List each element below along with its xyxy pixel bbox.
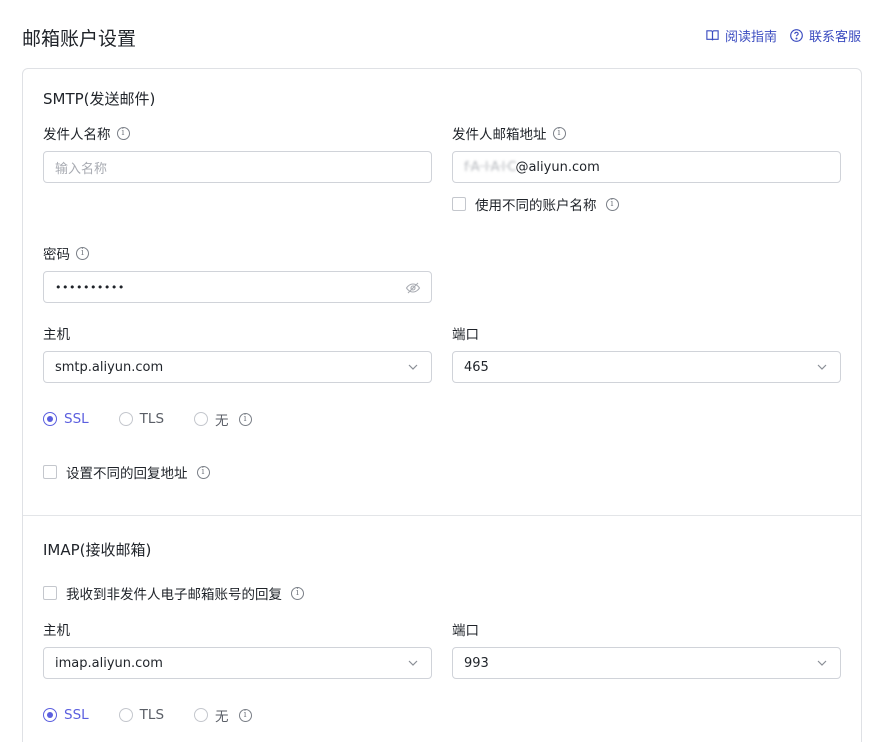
sender-email-input[interactable]: f·A··l·A·l·C @aliyun.com bbox=[452, 151, 841, 183]
sender-name-input[interactable]: 输入名称 bbox=[43, 151, 432, 183]
info-icon[interactable]: i bbox=[196, 465, 210, 479]
info-icon[interactable]: i bbox=[605, 197, 619, 211]
smtp-port-select[interactable]: 465 bbox=[452, 351, 841, 383]
support-link[interactable]: 联系客服 bbox=[789, 26, 861, 45]
sender-email-domain: @aliyun.com bbox=[515, 159, 600, 175]
password-label: 密码 i bbox=[43, 243, 89, 263]
diff-account-name-label: 使用不同的账户名称 bbox=[475, 198, 597, 214]
diff-account-name-row[interactable]: 使用不同的账户名称 i bbox=[452, 194, 619, 214]
chevron-down-icon bbox=[817, 364, 827, 370]
smtp-port-value: 465 bbox=[464, 359, 489, 375]
info-icon[interactable]: i bbox=[291, 586, 304, 600]
imap-port-select[interactable]: 993 bbox=[452, 647, 841, 679]
section-divider bbox=[23, 515, 861, 516]
sender-name-placeholder: 输入名称 bbox=[55, 161, 108, 177]
chevron-down-icon bbox=[408, 364, 418, 370]
radio-indicator bbox=[194, 708, 209, 722]
imap-ssl-radio[interactable]: SSL bbox=[43, 707, 89, 723]
imap-none-label: 无 bbox=[215, 709, 229, 725]
non-sender-reply-checkbox[interactable] bbox=[43, 586, 57, 600]
reply-to-row[interactable]: 设置不同的回复地址 i bbox=[43, 462, 210, 482]
sender-email-label-text: 发件人邮箱地址 bbox=[452, 127, 547, 143]
top-links: 阅读指南 联系客服 bbox=[705, 26, 861, 45]
imap-port-label: 端口 bbox=[452, 623, 479, 639]
password-label-text: 密码 bbox=[43, 247, 70, 263]
radio-indicator bbox=[194, 412, 209, 426]
smtp-host-value: smtp.aliyun.com bbox=[55, 359, 164, 375]
smtp-none-radio[interactable]: 无 bbox=[194, 409, 229, 429]
smtp-host-select[interactable]: smtp.aliyun.com bbox=[43, 351, 432, 383]
info-icon[interactable]: i bbox=[238, 412, 252, 426]
page-title: 邮箱账户设置 bbox=[22, 28, 137, 50]
smtp-section-title: SMTP(发送邮件) bbox=[43, 90, 156, 108]
info-icon[interactable]: i bbox=[116, 126, 130, 140]
chevron-down-icon bbox=[408, 660, 418, 666]
smtp-port-label: 端口 bbox=[452, 327, 479, 343]
smtp-host-label: 主机 bbox=[43, 327, 70, 343]
non-sender-reply-label: 我收到非发件人电子邮箱账号的回复 bbox=[66, 587, 282, 603]
password-value: •••••••••• bbox=[55, 280, 125, 294]
imap-none-radio[interactable]: 无 bbox=[194, 705, 229, 725]
sender-email-masked: f·A··l·A·l·C bbox=[464, 159, 516, 175]
chevron-down-icon bbox=[817, 660, 827, 666]
smtp-security-radio-group: SSL TLS 无 i bbox=[43, 409, 252, 429]
smtp-ssl-label: SSL bbox=[64, 411, 89, 427]
imap-host-value: imap.aliyun.com bbox=[55, 655, 163, 671]
smtp-none-label: 无 bbox=[215, 413, 229, 429]
imap-port-value: 993 bbox=[464, 655, 489, 671]
smtp-ssl-radio[interactable]: SSL bbox=[43, 411, 89, 427]
reply-to-label: 设置不同的回复地址 bbox=[66, 466, 188, 482]
eye-off-icon[interactable] bbox=[405, 280, 421, 296]
imap-ssl-label: SSL bbox=[64, 707, 89, 723]
book-icon bbox=[706, 30, 719, 41]
imap-host-select[interactable]: imap.aliyun.com bbox=[43, 647, 432, 679]
radio-indicator bbox=[118, 412, 133, 426]
info-icon[interactable]: i bbox=[552, 126, 566, 140]
smtp-tls-radio[interactable]: TLS bbox=[118, 411, 165, 427]
radio-indicator bbox=[118, 708, 133, 722]
non-sender-reply-row[interactable]: 我收到非发件人电子邮箱账号的回复 i bbox=[43, 583, 304, 603]
guide-link-label: 阅读指南 bbox=[724, 30, 777, 45]
imap-section-title: IMAP(接收邮箱) bbox=[43, 541, 152, 559]
imap-tls-radio[interactable]: TLS bbox=[118, 707, 165, 723]
info-icon[interactable]: i bbox=[238, 708, 252, 722]
guide-link[interactable]: 阅读指南 bbox=[705, 26, 777, 45]
password-input[interactable]: •••••••••• bbox=[43, 271, 432, 303]
sender-name-label-text: 发件人名称 bbox=[43, 127, 111, 143]
imap-host-label: 主机 bbox=[43, 623, 70, 639]
diff-account-name-checkbox[interactable] bbox=[452, 197, 466, 211]
imap-tls-label: TLS bbox=[139, 707, 165, 723]
radio-indicator bbox=[43, 412, 57, 426]
question-circle-icon bbox=[790, 29, 803, 42]
sender-email-label: 发件人邮箱地址 i bbox=[452, 123, 566, 143]
reply-to-checkbox[interactable] bbox=[43, 465, 57, 479]
radio-indicator bbox=[43, 708, 57, 722]
support-link-label: 联系客服 bbox=[808, 30, 861, 45]
imap-security-radio-group: SSL TLS 无 i bbox=[43, 705, 252, 725]
info-icon[interactable]: i bbox=[76, 246, 89, 260]
smtp-tls-label: TLS bbox=[139, 411, 165, 427]
sender-name-label: 发件人名称 i bbox=[43, 123, 130, 143]
